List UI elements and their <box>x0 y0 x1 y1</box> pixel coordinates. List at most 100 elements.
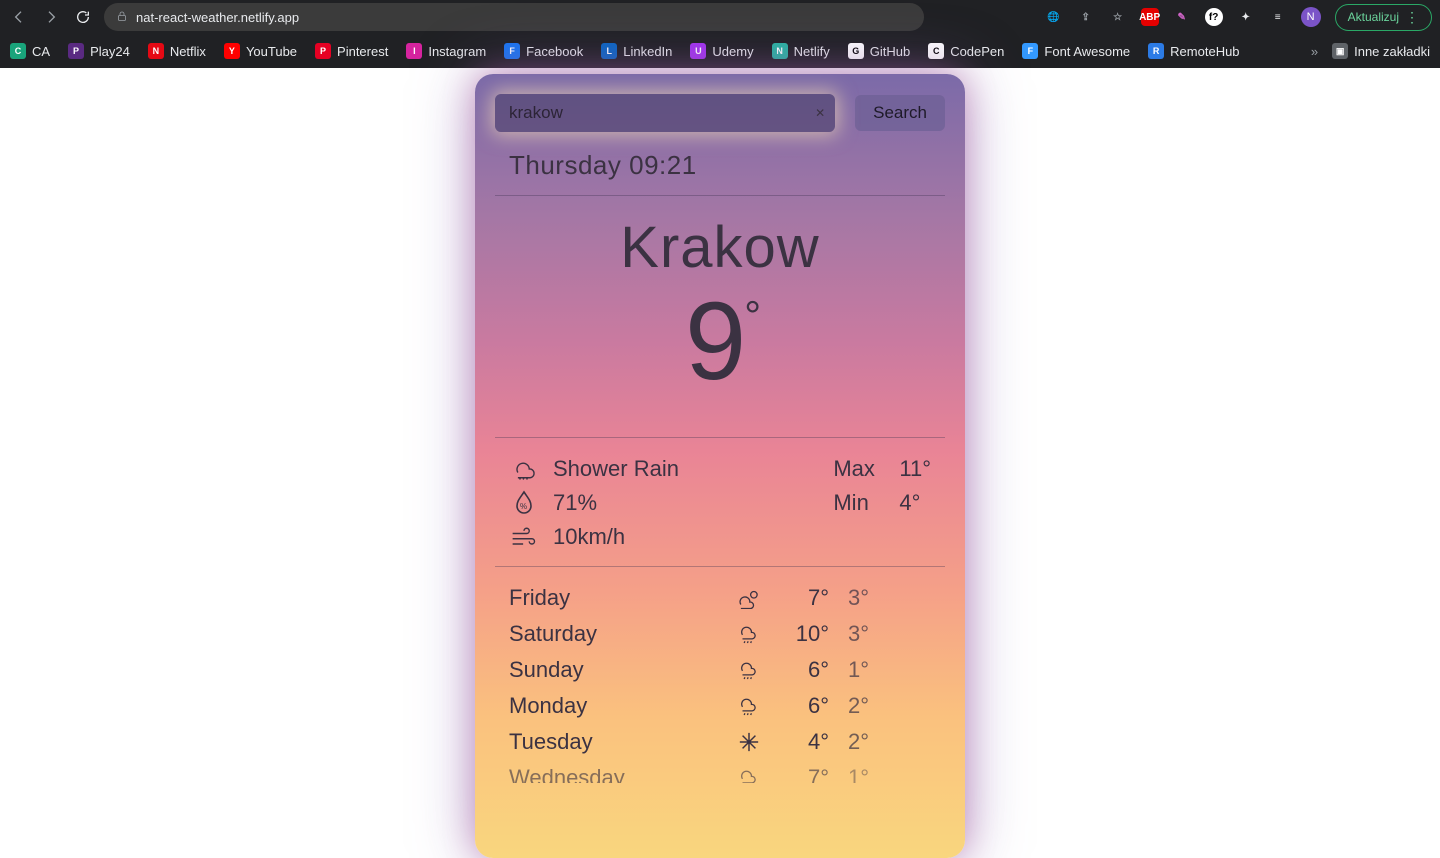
forecast-low: 3° <box>829 621 869 647</box>
forecast-high: 10° <box>769 621 829 647</box>
humidity-icon: % <box>509 490 539 516</box>
translate-icon[interactable]: 🌐 <box>1045 8 1063 26</box>
bookmark-youtube[interactable]: YYouTube <box>224 43 297 59</box>
bookmark-icon: N <box>148 43 164 59</box>
humidity-text: 71% <box>553 490 597 516</box>
condition-text: Shower Rain <box>553 456 679 482</box>
other-bookmarks[interactable]: ▣ Inne zakładki <box>1332 43 1430 59</box>
forecast-low: 2° <box>829 693 869 719</box>
forecast-day: Tuesday <box>509 729 729 755</box>
clear-search-icon[interactable]: ✕ <box>815 106 825 120</box>
forecast-row: Sunday 6°1° <box>509 657 931 683</box>
bookmark-icon: N <box>772 43 788 59</box>
browser-chrome: nat-react-weather.netlify.app 🌐 ⇪ ☆ ABP … <box>0 0 1440 68</box>
bookmark-icon: P <box>315 43 331 59</box>
forecast-row: Tuesday 4°2° <box>509 729 931 755</box>
current-timestamp: Thursday 09:21 <box>509 150 945 181</box>
bookmark-icon: C <box>10 43 26 59</box>
forecast-rain-icon <box>729 766 769 783</box>
divider <box>495 437 945 438</box>
forecast-snow-icon <box>729 731 769 753</box>
bookmark-instagram[interactable]: IInstagram <box>406 43 486 59</box>
extensions-icon[interactable]: ✦ <box>1237 8 1255 26</box>
bookmark-icon: G <box>848 43 864 59</box>
forecast-day: Wednesday <box>509 765 729 783</box>
forecast-day: Sunday <box>509 657 729 683</box>
bookmark-icon: F <box>1022 43 1038 59</box>
update-button[interactable]: Aktualizuj⋮ <box>1335 4 1432 31</box>
bookmark-netlify[interactable]: NNetlify <box>772 43 830 59</box>
bookmarks-bar: CCA PPlay24 NNetflix YYouTube PPinterest IIns… <box>0 34 1440 68</box>
wind-text: 10km/h <box>553 524 625 550</box>
url-text: nat-react-weather.netlify.app <box>136 10 299 25</box>
address-bar[interactable]: nat-react-weather.netlify.app <box>104 3 924 31</box>
forecast-high: 6° <box>769 657 829 683</box>
share-icon[interactable]: ⇪ <box>1077 8 1095 26</box>
bookmark-icon: F <box>504 43 520 59</box>
bookmark-ca[interactable]: CCA <box>10 43 50 59</box>
bookmark-github[interactable]: GGitHub <box>848 43 910 59</box>
profile-avatar[interactable]: N <box>1301 7 1321 27</box>
forecast-row: Saturday 10°3° <box>509 621 931 647</box>
forecast-low: 1° <box>829 657 869 683</box>
divider <box>495 566 945 567</box>
bookmark-linkedin[interactable]: LLinkedIn <box>601 43 672 59</box>
bookmark-codepen[interactable]: CCodePen <box>928 43 1004 59</box>
min-value: 4° <box>899 490 920 516</box>
bookmark-udemy[interactable]: UUdemy <box>690 43 753 59</box>
forecast-high: 6° <box>769 693 829 719</box>
bookmark-facebook[interactable]: FFacebook <box>504 43 583 59</box>
city-name: Krakow <box>495 214 945 281</box>
min-label: Min <box>833 490 885 516</box>
city-search-input[interactable] <box>495 94 835 132</box>
wind-icon <box>509 527 539 547</box>
bookmark-icon: U <box>690 43 706 59</box>
forecast-day: Friday <box>509 585 729 611</box>
folder-icon: ▣ <box>1332 43 1348 59</box>
forecast-high: 7° <box>769 765 829 783</box>
back-button[interactable] <box>8 6 30 28</box>
divider <box>495 195 945 196</box>
forecast-low: 3° <box>829 585 869 611</box>
reload-button[interactable] <box>72 6 94 28</box>
bookmark-remotehub[interactable]: RRemoteHub <box>1148 43 1239 59</box>
forecast-high: 4° <box>769 729 829 755</box>
weather-card: ✕ Search Thursday 09:21 Krakow 9° Shower… <box>475 74 965 858</box>
bookmark-font-awesome[interactable]: FFont Awesome <box>1022 43 1130 59</box>
star-icon[interactable]: ☆ <box>1109 8 1127 26</box>
current-temperature: 9° <box>495 287 945 397</box>
bookmark-icon: I <box>406 43 422 59</box>
bookmark-netflix[interactable]: NNetflix <box>148 43 206 59</box>
forecast-day: Saturday <box>509 621 729 647</box>
search-button[interactable]: Search <box>855 95 945 131</box>
forecast-row: Friday 7°3° <box>509 585 931 611</box>
bookmark-pinterest[interactable]: PPinterest <box>315 43 388 59</box>
forecast-low: 1° <box>829 765 869 783</box>
bookmark-play24[interactable]: PPlay24 <box>68 43 130 59</box>
forecast-rain-icon <box>729 622 769 646</box>
forecast-list: Friday7°3°Saturday10°3°Sunday6°1°Monday6… <box>495 585 945 783</box>
bookmark-icon: L <box>601 43 617 59</box>
max-label: Max <box>833 456 885 482</box>
max-value: 11° <box>899 456 931 482</box>
bookmark-icon: P <box>68 43 84 59</box>
bookmarks-overflow[interactable]: » <box>1311 44 1318 59</box>
rain-icon <box>509 457 539 481</box>
svg-text:%: % <box>520 502 527 511</box>
wand-icon[interactable]: ✎ <box>1173 8 1191 26</box>
forecast-row: Wednesday 7°1° <box>509 765 931 783</box>
reading-list-icon[interactable]: ≡ <box>1269 8 1287 26</box>
forecast-day: Monday <box>509 693 729 719</box>
bookmark-icon: C <box>928 43 944 59</box>
bookmark-icon: Y <box>224 43 240 59</box>
forecast-low: 2° <box>829 729 869 755</box>
bookmark-icon: R <box>1148 43 1164 59</box>
forecast-rain-icon <box>729 694 769 718</box>
details-section: Shower Rain % 71% 10km/h Max 11° Min 4° <box>495 456 945 550</box>
fq-icon[interactable]: f? <box>1205 8 1223 26</box>
lock-icon <box>116 10 128 25</box>
forward-button[interactable] <box>40 6 62 28</box>
forecast-high: 7° <box>769 585 829 611</box>
forecast-row: Monday 6°2° <box>509 693 931 719</box>
abp-icon[interactable]: ABP <box>1141 8 1159 26</box>
